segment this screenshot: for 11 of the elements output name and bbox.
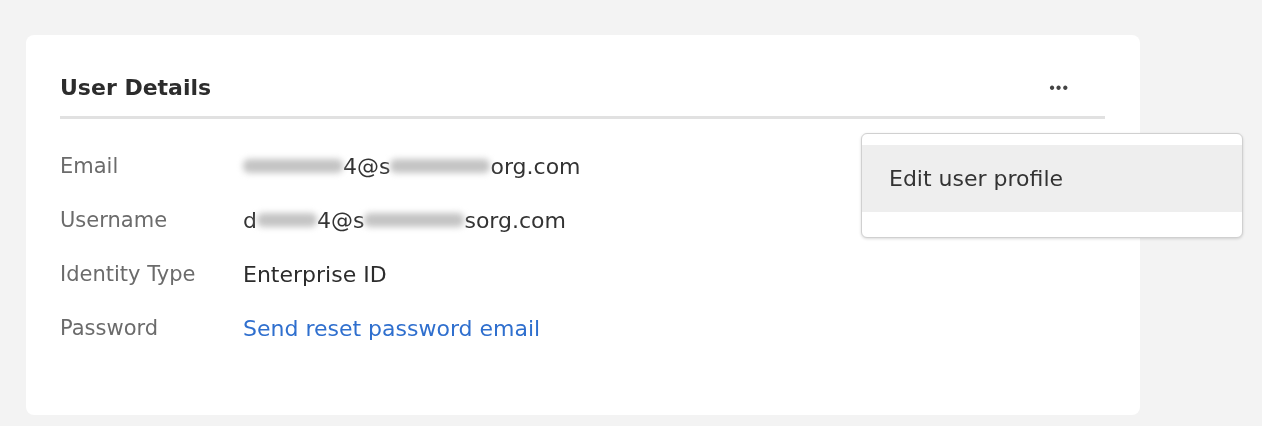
field-value: d 4@s sorg.com	[243, 207, 566, 233]
field-label: Password	[60, 316, 160, 340]
field-value: 4@s org.com	[243, 153, 581, 179]
field-label: Username	[60, 208, 169, 232]
field-value: Enterprise ID	[243, 261, 387, 287]
field-label: Email	[60, 154, 120, 178]
card-title: User Details	[60, 75, 212, 100]
more-button[interactable]: •••	[1049, 78, 1069, 97]
reset-password-link[interactable]: Send reset password email	[243, 315, 541, 341]
menu-item[interactable]: Edit user profile	[862, 145, 1242, 212]
field-label: Identity Type	[60, 262, 197, 286]
